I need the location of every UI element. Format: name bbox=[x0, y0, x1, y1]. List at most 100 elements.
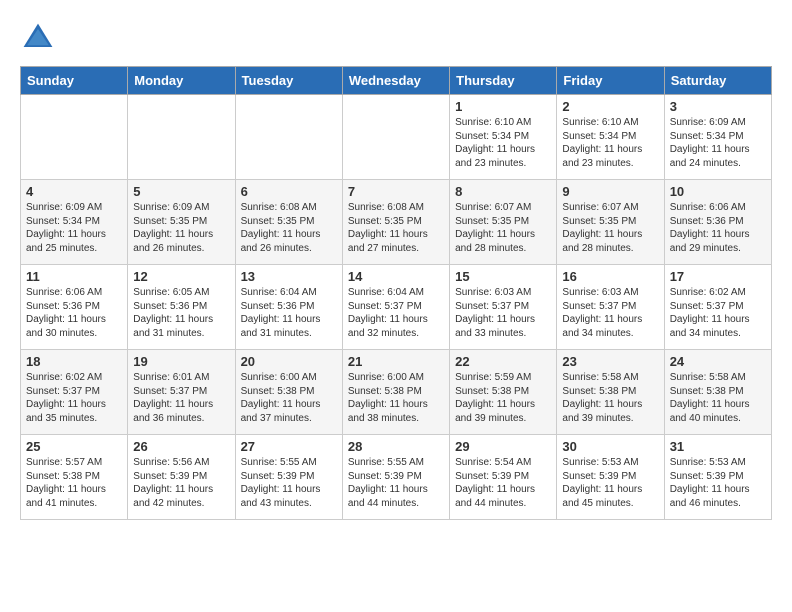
day-number: 8 bbox=[455, 184, 551, 199]
day-info: Sunrise: 6:02 AMSunset: 5:37 PMDaylight:… bbox=[670, 286, 766, 340]
day-number: 17 bbox=[670, 269, 766, 284]
calendar-cell: 22 Sunrise: 5:59 AMSunset: 5:38 PMDayligh… bbox=[450, 350, 557, 435]
day-info: Sunrise: 6:01 AMSunset: 5:37 PMDaylight:… bbox=[133, 371, 229, 425]
day-number: 19 bbox=[133, 354, 229, 369]
day-number: 16 bbox=[562, 269, 658, 284]
day-number: 26 bbox=[133, 439, 229, 454]
calendar-cell: 31 Sunrise: 5:53 AMSunset: 5:39 PMDayligh… bbox=[664, 435, 771, 520]
header-saturday: Saturday bbox=[664, 67, 771, 95]
header-sunday: Sunday bbox=[21, 67, 128, 95]
calendar-cell: 25Sunrise: 5:57 AMSunset: 5:38 PMDayligh… bbox=[21, 435, 128, 520]
calendar-cell: 1 Sunrise: 6:10 AMSunset: 5:34 PMDaylight… bbox=[450, 95, 557, 180]
header-thursday: Thursday bbox=[450, 67, 557, 95]
header-monday: Monday bbox=[128, 67, 235, 95]
day-number: 27 bbox=[241, 439, 337, 454]
calendar-cell: 27 Sunrise: 5:55 AMSunset: 5:39 PMDayligh… bbox=[235, 435, 342, 520]
day-info: Sunrise: 6:10 AMSunset: 5:34 PMDaylight:… bbox=[455, 116, 551, 170]
day-number: 4 bbox=[26, 184, 122, 199]
day-number: 13 bbox=[241, 269, 337, 284]
day-info: Sunrise: 6:00 AMSunset: 5:38 PMDaylight:… bbox=[241, 371, 337, 425]
calendar-cell bbox=[342, 95, 449, 180]
calendar-week-5: 25Sunrise: 5:57 AMSunset: 5:38 PMDayligh… bbox=[21, 435, 772, 520]
day-number: 30 bbox=[562, 439, 658, 454]
calendar-cell: 17 Sunrise: 6:02 AMSunset: 5:37 PMDayligh… bbox=[664, 265, 771, 350]
calendar-cell: 28Sunrise: 5:55 AMSunset: 5:39 PMDayligh… bbox=[342, 435, 449, 520]
logo-icon bbox=[20, 20, 56, 56]
day-number: 3 bbox=[670, 99, 766, 114]
calendar-cell: 11 Sunrise: 6:06 AMSunset: 5:36 PMDayligh… bbox=[21, 265, 128, 350]
header-friday: Friday bbox=[557, 67, 664, 95]
day-info: Sunrise: 6:05 AMSunset: 5:36 PMDaylight:… bbox=[133, 286, 229, 340]
calendar-cell bbox=[21, 95, 128, 180]
calendar-cell: 9 Sunrise: 6:07 AMSunset: 5:35 PMDaylight… bbox=[557, 180, 664, 265]
day-number: 6 bbox=[241, 184, 337, 199]
day-number: 12 bbox=[133, 269, 229, 284]
day-info: Sunrise: 6:02 AMSunset: 5:37 PMDaylight:… bbox=[26, 371, 122, 425]
calendar-week-2: 4 Sunrise: 6:09 AMSunset: 5:34 PMDaylight… bbox=[21, 180, 772, 265]
day-number: 1 bbox=[455, 99, 551, 114]
calendar-cell: 21 Sunrise: 6:00 AMSunset: 5:38 PMDayligh… bbox=[342, 350, 449, 435]
day-number: 24 bbox=[670, 354, 766, 369]
calendar-cell: 26 Sunrise: 5:56 AMSunset: 5:39 PMDayligh… bbox=[128, 435, 235, 520]
calendar-header-row: SundayMondayTuesdayWednesdayThursdayFrid… bbox=[21, 67, 772, 95]
day-info: Sunrise: 6:06 AMSunset: 5:36 PMDaylight:… bbox=[670, 201, 766, 255]
day-number: 7 bbox=[348, 184, 444, 199]
calendar-cell: 30Sunrise: 5:53 AMSunset: 5:39 PMDayligh… bbox=[557, 435, 664, 520]
day-info: Sunrise: 6:04 AMSunset: 5:37 PMDaylight:… bbox=[348, 286, 444, 340]
day-info: Sunrise: 6:07 AMSunset: 5:35 PMDaylight:… bbox=[562, 201, 658, 255]
day-info: Sunrise: 6:04 AMSunset: 5:36 PMDaylight:… bbox=[241, 286, 337, 340]
day-info: Sunrise: 5:56 AMSunset: 5:39 PMDaylight:… bbox=[133, 456, 229, 510]
day-info: Sunrise: 6:08 AMSunset: 5:35 PMDaylight:… bbox=[241, 201, 337, 255]
header-wednesday: Wednesday bbox=[342, 67, 449, 95]
logo bbox=[20, 20, 60, 56]
day-number: 20 bbox=[241, 354, 337, 369]
day-info: Sunrise: 6:00 AMSunset: 5:38 PMDaylight:… bbox=[348, 371, 444, 425]
calendar-cell: 10 Sunrise: 6:06 AMSunset: 5:36 PMDayligh… bbox=[664, 180, 771, 265]
calendar-cell: 20 Sunrise: 6:00 AMSunset: 5:38 PMDayligh… bbox=[235, 350, 342, 435]
calendar-cell: 5Sunrise: 6:09 AMSunset: 5:35 PMDaylight… bbox=[128, 180, 235, 265]
day-info: Sunrise: 5:58 AMSunset: 5:38 PMDaylight:… bbox=[562, 371, 658, 425]
day-number: 14 bbox=[348, 269, 444, 284]
day-number: 23 bbox=[562, 354, 658, 369]
day-info: Sunrise: 6:10 AMSunset: 5:34 PMDaylight:… bbox=[562, 116, 658, 170]
day-info: Sunrise: 5:59 AMSunset: 5:38 PMDaylight:… bbox=[455, 371, 551, 425]
day-number: 31 bbox=[670, 439, 766, 454]
calendar-cell: 23 Sunrise: 5:58 AMSunset: 5:38 PMDayligh… bbox=[557, 350, 664, 435]
calendar-cell: 14 Sunrise: 6:04 AMSunset: 5:37 PMDayligh… bbox=[342, 265, 449, 350]
day-number: 28 bbox=[348, 439, 444, 454]
page-header bbox=[20, 20, 772, 56]
calendar-cell: 7 Sunrise: 6:08 AMSunset: 5:35 PMDaylight… bbox=[342, 180, 449, 265]
day-info: Sunrise: 5:55 AMSunset: 5:39 PMDaylight:… bbox=[241, 456, 337, 510]
day-number: 2 bbox=[562, 99, 658, 114]
calendar-cell: 6 Sunrise: 6:08 AMSunset: 5:35 PMDaylight… bbox=[235, 180, 342, 265]
day-number: 25 bbox=[26, 439, 122, 454]
day-number: 21 bbox=[348, 354, 444, 369]
calendar-cell: 13 Sunrise: 6:04 AMSunset: 5:36 PMDayligh… bbox=[235, 265, 342, 350]
day-info: Sunrise: 6:09 AMSunset: 5:34 PMDaylight:… bbox=[670, 116, 766, 170]
header-tuesday: Tuesday bbox=[235, 67, 342, 95]
day-number: 11 bbox=[26, 269, 122, 284]
day-number: 9 bbox=[562, 184, 658, 199]
calendar-cell: 16 Sunrise: 6:03 AMSunset: 5:37 PMDayligh… bbox=[557, 265, 664, 350]
day-number: 18 bbox=[26, 354, 122, 369]
day-info: Sunrise: 6:06 AMSunset: 5:36 PMDaylight:… bbox=[26, 286, 122, 340]
day-info: Sunrise: 5:53 AMSunset: 5:39 PMDaylight:… bbox=[670, 456, 766, 510]
day-info: Sunrise: 6:07 AMSunset: 5:35 PMDaylight:… bbox=[455, 201, 551, 255]
calendar-cell: 12 Sunrise: 6:05 AMSunset: 5:36 PMDayligh… bbox=[128, 265, 235, 350]
day-number: 29 bbox=[455, 439, 551, 454]
calendar-cell bbox=[128, 95, 235, 180]
calendar-cell bbox=[235, 95, 342, 180]
calendar-cell: 3 Sunrise: 6:09 AMSunset: 5:34 PMDaylight… bbox=[664, 95, 771, 180]
calendar-cell: 15 Sunrise: 6:03 AMSunset: 5:37 PMDayligh… bbox=[450, 265, 557, 350]
calendar-week-1: 1 Sunrise: 6:10 AMSunset: 5:34 PMDaylight… bbox=[21, 95, 772, 180]
calendar-cell: 18 Sunrise: 6:02 AMSunset: 5:37 PMDayligh… bbox=[21, 350, 128, 435]
day-number: 10 bbox=[670, 184, 766, 199]
day-info: Sunrise: 6:09 AMSunset: 5:34 PMDaylight:… bbox=[26, 201, 122, 255]
calendar-week-3: 11 Sunrise: 6:06 AMSunset: 5:36 PMDayligh… bbox=[21, 265, 772, 350]
day-number: 22 bbox=[455, 354, 551, 369]
day-number: 5 bbox=[133, 184, 229, 199]
day-number: 15 bbox=[455, 269, 551, 284]
day-info: Sunrise: 6:03 AMSunset: 5:37 PMDaylight:… bbox=[562, 286, 658, 340]
day-info: Sunrise: 6:03 AMSunset: 5:37 PMDaylight:… bbox=[455, 286, 551, 340]
day-info: Sunrise: 6:08 AMSunset: 5:35 PMDaylight:… bbox=[348, 201, 444, 255]
